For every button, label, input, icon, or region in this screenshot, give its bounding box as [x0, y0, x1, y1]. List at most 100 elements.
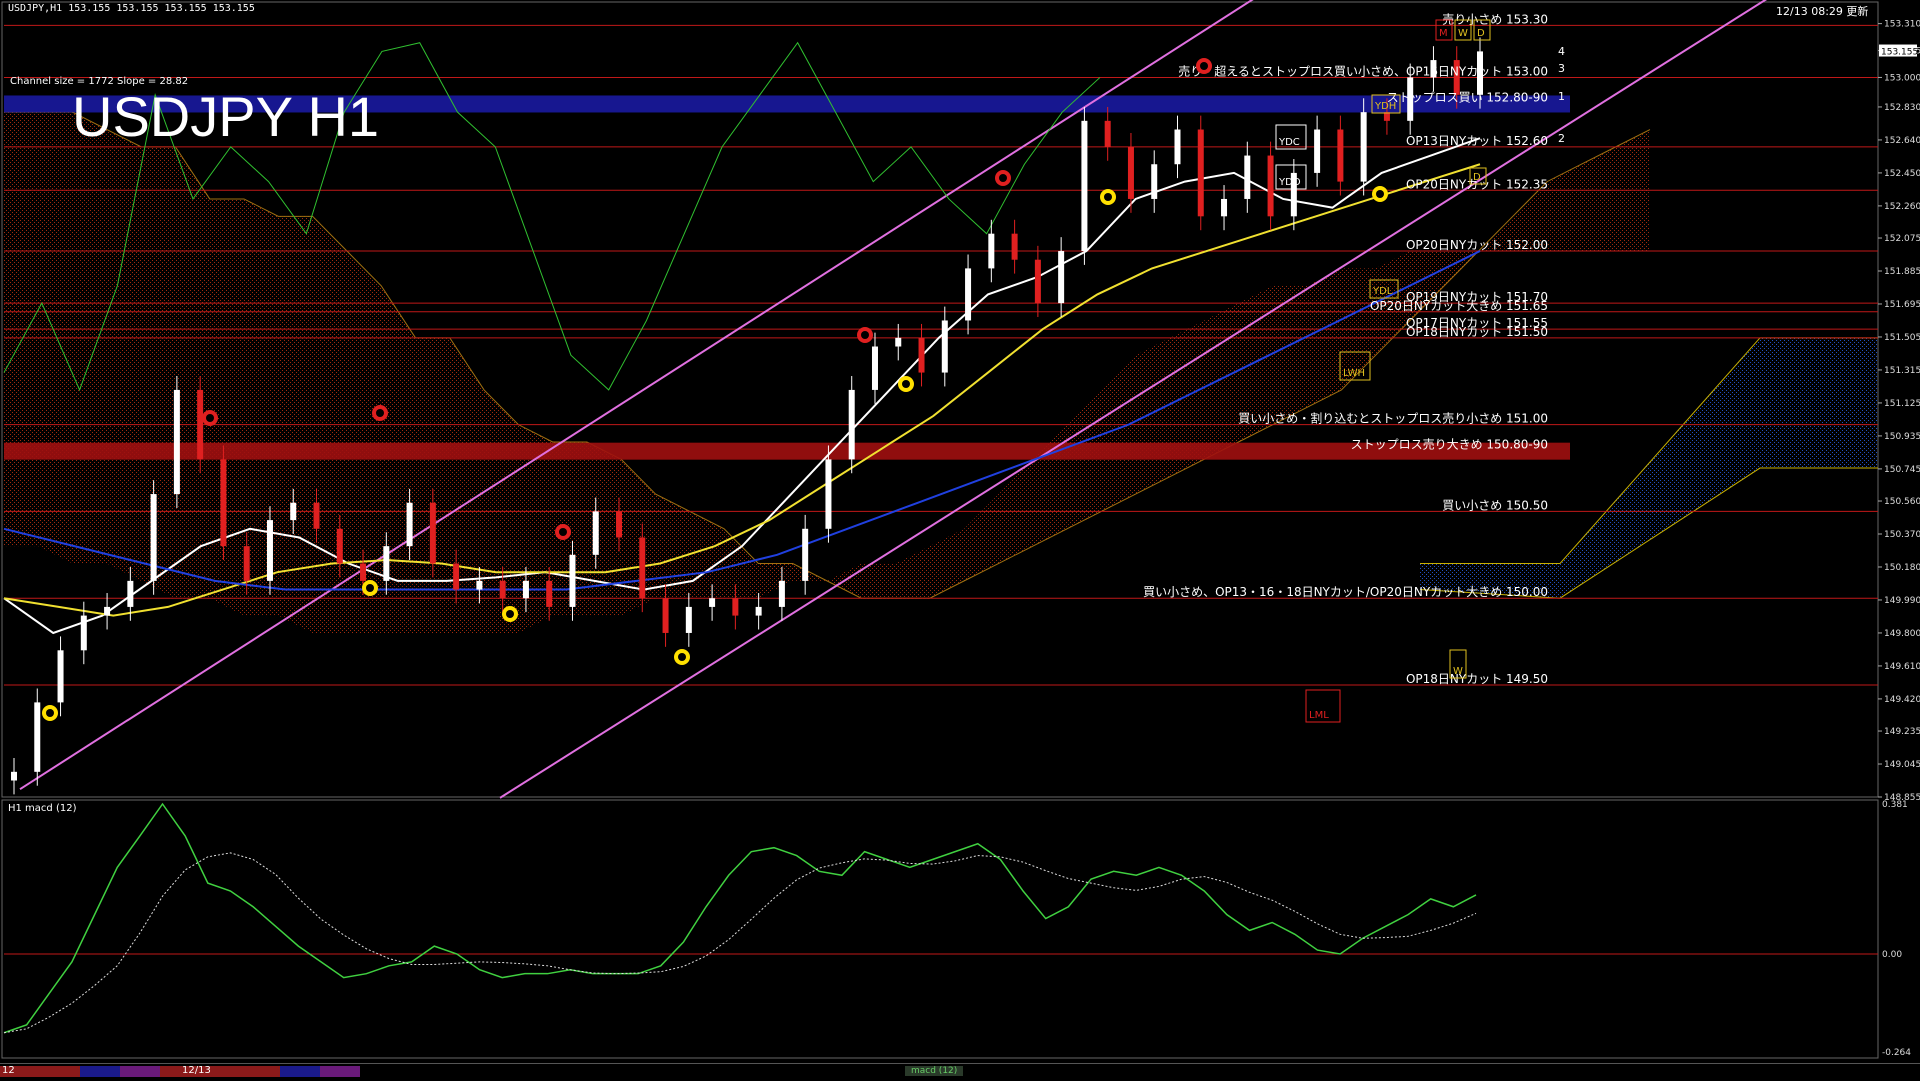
candle-body	[57, 650, 64, 703]
fractal-marker-hole	[999, 174, 1007, 182]
candle-body	[755, 606, 762, 616]
candle-body	[243, 546, 250, 581]
candle-body	[592, 511, 599, 555]
candle-body	[895, 337, 902, 347]
ydo-marker-text: YDO	[1278, 177, 1301, 188]
candle-body	[173, 389, 180, 495]
channel-number: 2	[1558, 132, 1565, 145]
candle-body	[685, 606, 692, 633]
candle-body	[127, 580, 134, 607]
macd-axis-label: 0.00	[1882, 950, 1902, 960]
candle-body	[569, 554, 576, 607]
price-axis-label: 149.990	[1884, 596, 1920, 606]
candle-body	[1058, 251, 1065, 304]
candle-body	[918, 337, 925, 373]
candle-body	[313, 502, 320, 529]
level-label: ストップロス買い 152.80-90	[1387, 90, 1548, 104]
candle-body	[965, 268, 972, 321]
candle-body	[1337, 129, 1344, 182]
price-axis-label: 152.260	[1884, 202, 1920, 212]
candle-body	[34, 702, 41, 772]
level-label: OP20日NYカット大きめ 151.65	[1370, 299, 1548, 313]
candle-body	[778, 580, 785, 607]
price-axis-label: 153.000	[1884, 73, 1920, 83]
candle-body	[11, 771, 17, 781]
candle-body	[476, 580, 483, 590]
candle-body	[1267, 155, 1274, 217]
fractal-marker-hole	[376, 409, 384, 417]
macd-pane-frame	[1, 799, 1879, 1059]
price-axis-label: 152.075	[1884, 234, 1920, 244]
price-axis-label: 151.885	[1884, 267, 1920, 277]
level-label: OP20日NYカット 152.00	[1406, 238, 1548, 252]
candle-body	[871, 346, 878, 390]
candle-body	[1081, 120, 1088, 252]
candle-body	[266, 520, 273, 581]
price-axis-label: 149.610	[1884, 662, 1920, 672]
ydh-marker-text: YDH	[1374, 101, 1396, 112]
fractal-marker-hole	[206, 414, 214, 422]
candle-body	[453, 563, 460, 590]
level-label: 買い小さめ 150.50	[1442, 498, 1548, 512]
symbol-line: USDJPY,H1 153.155 153.155 153.155 153.15…	[8, 3, 255, 14]
level-band	[4, 442, 1570, 460]
candle-body	[220, 459, 227, 547]
macd-signal	[3, 852, 1477, 1034]
candle-body	[662, 598, 669, 633]
candle-body	[522, 580, 529, 599]
w-marker-text: W	[1453, 666, 1463, 677]
price-axis-label: 149.235	[1884, 727, 1920, 737]
bottom-bar: 12 12/13 macd (12)	[0, 1063, 1920, 1081]
candle-body	[429, 502, 436, 564]
level-label: 売り小さめ 153.30	[1442, 11, 1548, 26]
candle-body	[1221, 198, 1228, 217]
channel-number: 4	[1558, 45, 1565, 58]
ydl-marker-text: YDL	[1372, 286, 1393, 297]
price-axis-label: 149.045	[1884, 760, 1920, 770]
level-label: 売り・超えるとストップロス買い小さめ、OP16日NYカット 153.00	[1178, 63, 1548, 78]
candle-body	[336, 528, 343, 564]
candle-body	[709, 598, 716, 607]
lwh-marker-text: LWH	[1343, 368, 1365, 379]
price-axis-label: 150.370	[1884, 530, 1920, 540]
level-label: ストップロス売り大きめ 150.80-90	[1351, 437, 1548, 452]
candle-body	[104, 606, 111, 616]
candle-body	[406, 502, 413, 547]
candle-body	[290, 502, 297, 521]
candle-body	[546, 580, 553, 607]
candle-body	[639, 537, 646, 599]
ydc-marker-text: YDC	[1278, 137, 1300, 148]
price-axis-label: 153.310	[1884, 20, 1920, 30]
d-marker-top-text: D	[1477, 28, 1485, 39]
price-axis-label: 150.560	[1884, 497, 1920, 507]
candle-body	[1197, 129, 1204, 217]
big-title: USDJPY H1	[72, 85, 380, 148]
candle-body	[150, 494, 157, 581]
candle-body	[1104, 120, 1111, 147]
fractal-marker-hole	[1200, 62, 1208, 70]
candle-body	[988, 233, 995, 269]
fractal-marker-hole	[1376, 190, 1384, 198]
candle-body	[825, 459, 832, 529]
price-axis-label: 151.695	[1884, 300, 1920, 310]
level-label: OP18日NYカット 149.50	[1406, 672, 1548, 686]
price-axis-label: 152.450	[1884, 169, 1920, 179]
fractal-marker-hole	[559, 528, 567, 536]
w-marker-top-text: W	[1458, 28, 1468, 39]
fractal-marker-hole	[678, 653, 686, 661]
bottom-left-label: 12	[2, 1065, 15, 1076]
candle-body	[383, 546, 390, 581]
macd-title: H1 macd (12)	[8, 803, 77, 814]
price-axis-label: 152.640	[1884, 136, 1920, 146]
candle-body	[197, 389, 204, 460]
macd-tab[interactable]: macd (12)	[905, 1066, 964, 1076]
macd-axis-label: -0.264	[1882, 1048, 1911, 1058]
candle-body	[1151, 164, 1158, 199]
candle-body	[80, 615, 87, 651]
candle-body	[1244, 155, 1251, 199]
candle-body	[1127, 146, 1134, 199]
fractal-marker-hole	[1104, 193, 1112, 201]
current-price-label: 153.155	[1881, 48, 1918, 58]
lml-marker-text: LML	[1309, 710, 1329, 721]
fractal-marker-hole	[861, 331, 869, 339]
